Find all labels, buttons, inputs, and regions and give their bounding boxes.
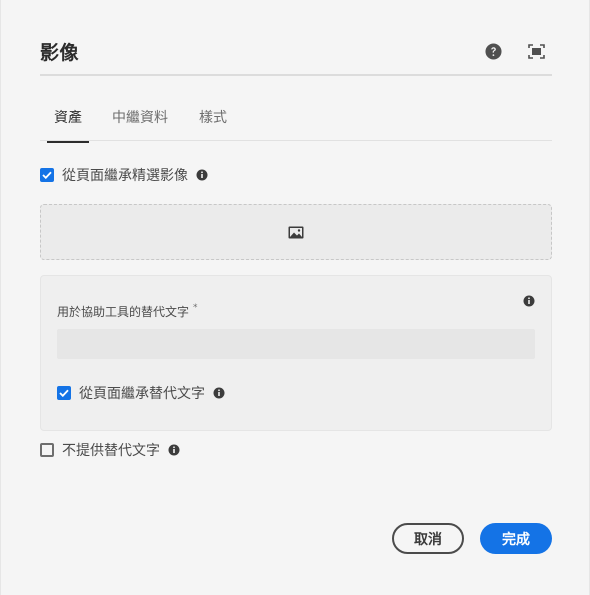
info-icon[interactable] (168, 444, 180, 456)
fullscreen-icon[interactable] (527, 42, 545, 60)
no-alt-text-label: 不提供替代文字 (62, 443, 160, 459)
inherit-featured-image-row: 從頁面繼承精選影像 (40, 165, 208, 185)
inherit-alt-text-row: 從頁面繼承替代文字 (57, 383, 225, 403)
image-icon (288, 226, 304, 238)
dialog-header: 影像 (40, 36, 552, 76)
image-dropzone[interactable] (40, 204, 552, 260)
required-marker: * (193, 303, 198, 313)
tab-asset[interactable]: 資產 (47, 107, 89, 143)
image-dialog: 影像 資產 中繼資料 樣式 從頁面繼承精選影像 用於協助工具的替代文字 * 從頁… (0, 0, 590, 595)
tab-styles[interactable]: 樣式 (199, 107, 227, 141)
tab-bar: 資產 中繼資料 樣式 (40, 104, 552, 143)
cancel-button[interactable]: 取消 (392, 523, 464, 554)
alt-text-panel: 用於協助工具的替代文字 * 從頁面繼承替代文字 (40, 275, 552, 431)
no-alt-text-row: 不提供替代文字 (40, 440, 180, 460)
dialog-title: 影像 (40, 42, 80, 64)
done-button[interactable]: 完成 (480, 523, 552, 554)
help-icon[interactable] (484, 42, 502, 60)
info-icon[interactable] (213, 387, 225, 399)
alt-text-label-text: 用於協助工具的替代文字 (57, 305, 190, 319)
no-alt-text-checkbox[interactable] (40, 443, 54, 457)
info-icon[interactable] (523, 292, 535, 311)
inherit-featured-image-checkbox[interactable] (40, 168, 54, 182)
inherit-featured-image-label: 從頁面繼承精選影像 (62, 168, 188, 184)
inherit-alt-text-label: 從頁面繼承替代文字 (79, 386, 205, 402)
alt-text-label: 用於協助工具的替代文字 * (57, 303, 198, 320)
info-icon[interactable] (196, 169, 208, 181)
alt-text-input[interactable] (57, 329, 535, 359)
tab-metadata[interactable]: 中繼資料 (112, 107, 168, 141)
inherit-alt-text-checkbox[interactable] (57, 386, 71, 400)
